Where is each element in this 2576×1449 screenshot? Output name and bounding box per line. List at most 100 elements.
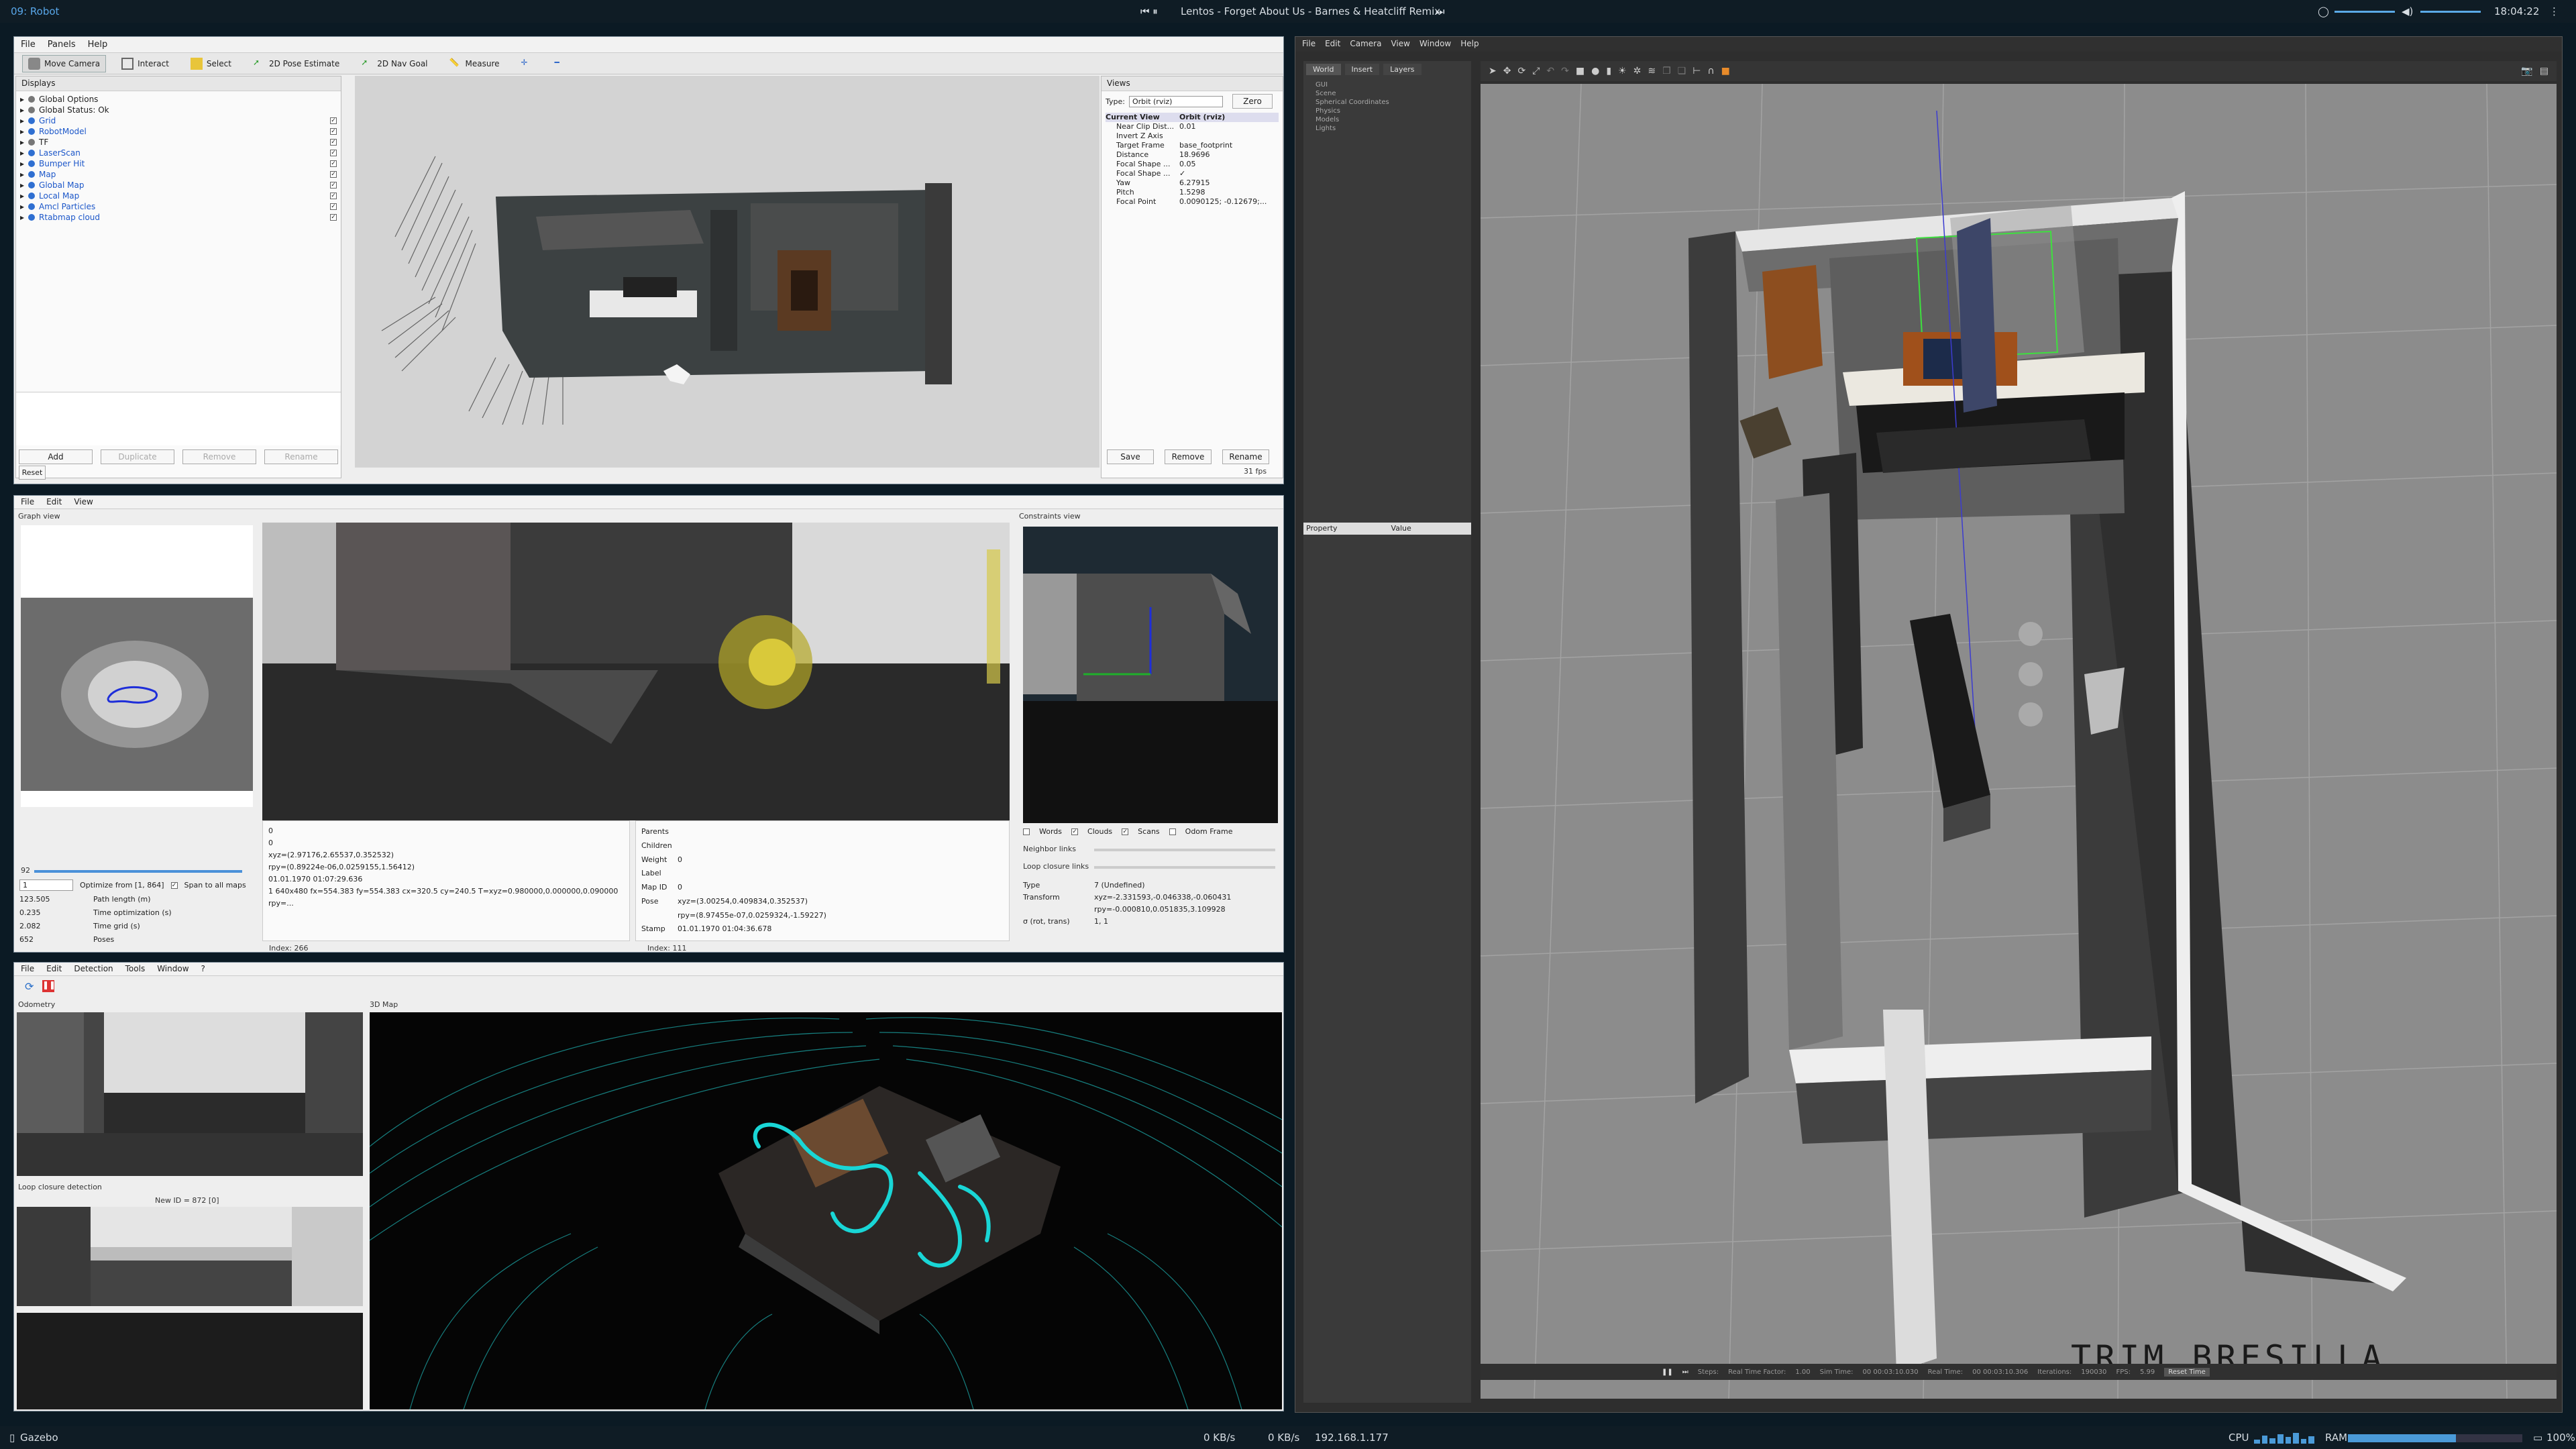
graph-slider[interactable] [34, 870, 242, 873]
display-checkbox[interactable]: ✓ [330, 214, 337, 221]
menu-edit[interactable]: Edit [46, 964, 62, 974]
rename-button[interactable]: Rename [264, 449, 338, 464]
brightness-slider[interactable] [2334, 11, 2395, 13]
add-button[interactable]: Add [19, 449, 93, 464]
expand-arrow-icon[interactable]: ▸ [20, 212, 24, 223]
step-icon[interactable]: ⏭ [1682, 1368, 1688, 1376]
refresh-icon[interactable]: ⟳ [25, 980, 37, 993]
pose-estimate-button[interactable]: ➚ 2D Pose Estimate [247, 55, 345, 72]
odometry-view[interactable] [17, 1012, 363, 1176]
log-icon[interactable]: ▤ [2540, 66, 2548, 76]
tab-insert[interactable]: Insert [1344, 64, 1380, 75]
expand-arrow-icon[interactable]: ▸ [20, 191, 24, 201]
expand-arrow-icon[interactable]: ▸ [20, 158, 24, 169]
menu-edit[interactable]: Edit [1325, 39, 1340, 50]
gazebo-taskbar-icon[interactable]: ▯ [9, 1432, 15, 1444]
volume-icon[interactable]: ◀) [2402, 5, 2413, 17]
display-checkbox[interactable]: ✓ [330, 160, 337, 167]
orange-mode-icon[interactable]: ■ [1721, 66, 1730, 76]
span-checkbox[interactable]: ✓ [170, 881, 178, 889]
snap-icon[interactable]: ∩ [1707, 66, 1714, 76]
select-button[interactable]: Select [184, 55, 237, 72]
map-3d-view[interactable] [369, 1012, 1283, 1410]
display-item[interactable]: ▸ Local Map ✓ [20, 191, 337, 201]
sphere-icon[interactable]: ● [1591, 66, 1599, 76]
menu-file[interactable]: File [21, 964, 34, 974]
media-controls[interactable]: ⏮ ⏸ [1140, 5, 1158, 17]
view-property-row[interactable]: Target Frame base_footprint [1106, 141, 1279, 150]
rviz-3d-view[interactable] [355, 76, 1099, 468]
display-checkbox[interactable]: ✓ [330, 117, 337, 124]
menu-edit[interactable]: Edit [46, 497, 62, 507]
scale-icon[interactable]: ⤢ [1532, 66, 1540, 76]
brightness-icon[interactable]: ◯ [2318, 5, 2329, 17]
expand-arrow-icon[interactable]: ▸ [20, 115, 24, 126]
odom-frame-checkbox[interactable] [1169, 828, 1176, 835]
display-checkbox[interactable]: ✓ [330, 182, 337, 189]
view-property-row[interactable]: Distance 18.9696 [1106, 150, 1279, 160]
world-tree-item[interactable]: Scene [1316, 89, 1459, 98]
view-property-row[interactable]: Focal Point 0.0090125; -0.12679;... [1106, 197, 1279, 207]
undo-icon[interactable]: ↶ [1546, 66, 1554, 76]
pause-icon[interactable]: ❚❚ [42, 980, 56, 992]
current-view-row[interactable]: Current View Orbit (rviz) [1106, 113, 1279, 122]
spot-light-icon[interactable]: ≋ [1648, 66, 1656, 76]
cylinder-icon[interactable]: ▮ [1606, 66, 1611, 76]
translate-icon[interactable]: ✥ [1503, 66, 1511, 76]
display-item[interactable]: ▸ Bumper Hit ✓ [20, 158, 337, 169]
world-tree-item[interactable]: Spherical Coordinates [1316, 98, 1459, 107]
tab-world[interactable]: World [1306, 64, 1341, 75]
expand-arrow-icon[interactable]: ▸ [20, 148, 24, 158]
display-item[interactable]: ▸ Rtabmap cloud ✓ [20, 212, 337, 223]
display-item[interactable]: ▸ RobotModel ✓ [20, 126, 337, 137]
display-checkbox[interactable]: ✓ [330, 193, 337, 199]
point-light-icon[interactable]: ✲ [1633, 66, 1642, 76]
expand-arrow-icon[interactable]: ▸ [20, 105, 24, 115]
add-tool-button[interactable]: ✛ [515, 55, 539, 72]
move-camera-button[interactable]: Move Camera [22, 54, 107, 72]
volume-slider[interactable] [2420, 11, 2481, 13]
remove-tool-button[interactable]: ━ [549, 55, 573, 72]
display-checkbox[interactable]: ✓ [330, 128, 337, 135]
menu-camera[interactable]: Camera [1350, 39, 1381, 50]
view-property-row[interactable]: Near Clip Dist... 0.01 [1106, 122, 1279, 131]
display-checkbox[interactable]: ✓ [330, 203, 337, 210]
interact-button[interactable]: Interact [115, 55, 175, 72]
menu-detection[interactable]: Detection [74, 964, 113, 974]
expand-arrow-icon[interactable]: ▸ [20, 201, 24, 212]
display-checkbox[interactable]: ✓ [330, 171, 337, 178]
next-track-icon[interactable]: ⏭ [1436, 5, 1445, 17]
menu-window[interactable]: Window [157, 964, 189, 974]
optimize-from-input[interactable]: 1 [19, 879, 73, 891]
menu-help[interactable]: Help [88, 40, 108, 50]
menu-file[interactable]: File [21, 40, 36, 50]
image-view[interactable] [262, 523, 1010, 820]
graph-view[interactable] [21, 525, 253, 807]
menu-panels[interactable]: Panels [48, 40, 76, 50]
box-icon[interactable]: ■ [1576, 66, 1585, 76]
world-tree-item[interactable]: Models [1316, 115, 1459, 124]
menu-file[interactable]: File [21, 497, 34, 507]
words-checkbox[interactable] [1023, 828, 1030, 835]
display-checkbox[interactable]: ✓ [330, 150, 337, 156]
display-item[interactable]: ▸ Global Status: Ok [20, 105, 337, 115]
menu-view[interactable]: View [1391, 39, 1409, 50]
menu-help[interactable]: Help [1460, 39, 1479, 50]
tab-layers[interactable]: Layers [1383, 64, 1421, 75]
reset-time-button[interactable]: Reset Time [2164, 1367, 2210, 1377]
expand-arrow-icon[interactable]: ▸ [20, 137, 24, 148]
save-button[interactable]: Save [1107, 449, 1154, 464]
redo-icon[interactable]: ↷ [1561, 66, 1569, 76]
rotate-icon[interactable]: ⟳ [1517, 66, 1525, 76]
nav-goal-button[interactable]: ➚ 2D Nav Goal [355, 55, 433, 72]
view-property-row[interactable]: Focal Shape ... 0.05 [1106, 160, 1279, 169]
sun-icon[interactable]: ☀ [1618, 66, 1627, 76]
scans-checkbox[interactable]: ✓ [1122, 828, 1129, 835]
expand-arrow-icon[interactable]: ▸ [20, 126, 24, 137]
view-type-select[interactable]: Orbit (rviz) [1128, 95, 1223, 107]
expand-arrow-icon[interactable]: ▸ [20, 169, 24, 180]
view-property-row[interactable]: Yaw 6.27915 [1106, 178, 1279, 188]
expand-arrow-icon[interactable]: ▸ [20, 94, 24, 105]
active-app[interactable]: Gazebo [20, 1432, 58, 1444]
loop-closure-view[interactable] [17, 1207, 363, 1306]
